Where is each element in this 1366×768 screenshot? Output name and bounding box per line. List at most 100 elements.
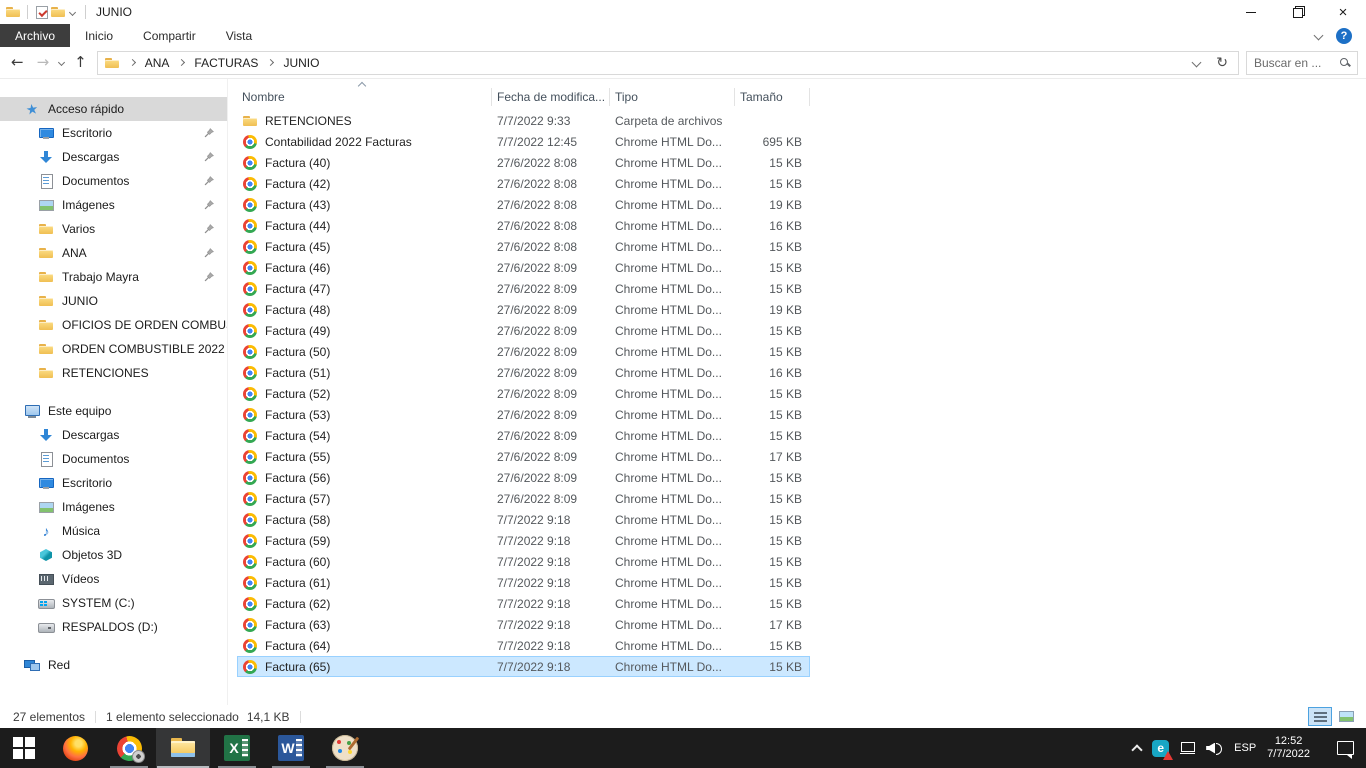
file-row[interactable]: Factura (54)27/6/2022 8:09Chrome HTML Do… [237,425,810,446]
explorer-window-icon [5,4,21,20]
clock[interactable]: 12:52 7/7/2022 [1267,735,1310,761]
tab-compartir[interactable]: Compartir [128,24,211,47]
sidebar-item-label: Objetos 3D [62,548,122,562]
network-tray-icon[interactable] [1180,742,1195,754]
file-row[interactable]: Factura (57)27/6/2022 8:09Chrome HTML Do… [237,488,810,509]
file-row[interactable]: Factura (49)27/6/2022 8:09Chrome HTML Do… [237,320,810,341]
file-row[interactable]: Factura (51)27/6/2022 8:09Chrome HTML Do… [237,362,810,383]
file-row[interactable]: Factura (59)7/7/2022 9:18Chrome HTML Do.… [237,530,810,551]
file-name-cell: Factura (56) [237,470,492,486]
file-row[interactable]: Factura (56)27/6/2022 8:09Chrome HTML Do… [237,467,810,488]
tab-vista[interactable]: Vista [211,24,267,47]
close-button[interactable]: × [1320,0,1366,24]
up-button[interactable]: ↑ [71,55,90,70]
column-header-fecha[interactable]: Fecha de modifica... [492,88,610,106]
minimize-button[interactable] [1228,0,1274,24]
language-indicator[interactable]: ESP [1234,742,1256,754]
sidebar-item[interactable]: Varios [0,217,227,241]
sidebar-item[interactable]: Documentos [0,169,227,193]
file-row[interactable]: Factura (58)7/7/2022 9:18Chrome HTML Do.… [237,509,810,530]
qat-customize-dropdown-icon[interactable] [66,10,79,15]
search-icon[interactable] [1340,58,1348,66]
firefox-taskbar-button[interactable] [48,728,102,768]
eset-antivirus-icon[interactable]: e [1152,740,1169,757]
file-row[interactable]: Factura (63)7/7/2022 9:18Chrome HTML Do.… [237,614,810,635]
sidebar-item[interactable]: ORDEN COMBUSTIBLE 2022 [0,337,227,361]
sidebar-group-quick-access[interactable]: ★Acceso rápido [0,97,227,121]
column-header-tipo[interactable]: Tipo [610,88,735,106]
file-row[interactable]: Factura (44)27/6/2022 8:08Chrome HTML Do… [237,215,810,236]
start-button[interactable] [0,728,48,768]
breadcrumb-facturas[interactable]: FACTURAS [194,56,258,70]
help-icon[interactable]: ? [1336,28,1352,44]
sidebar-item[interactable]: Objetos 3D [0,543,227,567]
file-row[interactable]: RETENCIONES7/7/2022 9:33Carpeta de archi… [237,110,810,131]
file-row[interactable]: Factura (43)27/6/2022 8:08Chrome HTML Do… [237,194,810,215]
details-view-button[interactable] [1308,707,1332,726]
file-name: Factura (64) [265,639,330,653]
excel-taskbar-button[interactable]: X [210,728,264,768]
volume-icon[interactable] [1206,742,1223,755]
breadcrumb-junio[interactable]: JUNIO [283,56,319,70]
sidebar-item[interactable]: RETENCIONES [0,361,227,385]
sidebar-group-this-pc[interactable]: Este equipo [0,399,227,423]
recent-locations-dropdown-icon[interactable] [58,59,65,66]
sidebar-item[interactable]: JUNIO [0,289,227,313]
thumbnails-view-button[interactable] [1334,707,1358,726]
column-header-tamano[interactable]: Tamaño [735,88,810,106]
sidebar-item[interactable]: ♪Música [0,519,227,543]
restore-button[interactable] [1274,0,1320,24]
tab-inicio[interactable]: Inicio [70,24,128,47]
tray-expand-icon[interactable] [1131,744,1142,755]
file-row[interactable]: Factura (65)7/7/2022 9:18Chrome HTML Do.… [237,656,810,677]
file-row[interactable]: Factura (45)27/6/2022 8:08Chrome HTML Do… [237,236,810,257]
file-row[interactable]: Factura (48)27/6/2022 8:09Chrome HTML Do… [237,299,810,320]
sidebar-item[interactable]: Escritorio [0,121,227,145]
file-row[interactable]: Factura (60)7/7/2022 9:18Chrome HTML Do.… [237,551,810,572]
expand-ribbon-icon[interactable] [1314,31,1324,41]
file-row[interactable]: Factura (62)7/7/2022 9:18Chrome HTML Do.… [237,593,810,614]
sidebar-item[interactable]: Descargas [0,423,227,447]
sidebar-group-network[interactable]: Red [0,653,227,677]
file-row[interactable]: Contabilidad 2022 Facturas7/7/2022 12:45… [237,131,810,152]
file-row[interactable]: Factura (42)27/6/2022 8:08Chrome HTML Do… [237,173,810,194]
sidebar-item[interactable]: Imágenes [0,193,227,217]
file-row[interactable]: Factura (47)27/6/2022 8:09Chrome HTML Do… [237,278,810,299]
word-taskbar-button[interactable]: W [264,728,318,768]
file-row[interactable]: Factura (61)7/7/2022 9:18Chrome HTML Do.… [237,572,810,593]
breadcrumb-ana[interactable]: ANA [145,56,170,70]
back-button[interactable]: ← [8,55,27,70]
file-row[interactable]: Factura (46)27/6/2022 8:09Chrome HTML Do… [237,257,810,278]
chrome-taskbar-button[interactable] [102,728,156,768]
address-dropdown-icon[interactable] [1192,58,1202,68]
forward-button[interactable]: → [34,55,53,70]
sidebar-item[interactable]: RESPALDOS (D:) [0,615,227,639]
file-size: 15 KB [735,324,810,338]
sidebar-item[interactable]: ANA [0,241,227,265]
sidebar-item[interactable]: OFICIOS DE ORDEN COMBUSTI [0,313,227,337]
sidebar-item[interactable]: SYSTEM (C:) [0,591,227,615]
refresh-icon[interactable]: ↻ [1212,55,1232,71]
file-row[interactable]: Factura (55)27/6/2022 8:09Chrome HTML Do… [237,446,810,467]
file-row[interactable]: Factura (64)7/7/2022 9:18Chrome HTML Do.… [237,635,810,656]
sidebar-item[interactable]: Vídeos [0,567,227,591]
file-row[interactable]: Factura (52)27/6/2022 8:09Chrome HTML Do… [237,383,810,404]
explorer-taskbar-button[interactable] [156,728,210,768]
file-date: 7/7/2022 9:18 [492,597,610,611]
action-center-icon[interactable] [1337,741,1354,755]
sidebar-item[interactable]: Descargas [0,145,227,169]
tab-archivo[interactable]: Archivo [0,24,70,47]
address-bar[interactable]: ANA FACTURAS JUNIO ↻ [97,51,1239,75]
qat-properties-icon[interactable] [36,6,48,19]
paint-taskbar-button[interactable] [318,728,372,768]
navigation-bar: ← → ↑ ANA FACTURAS JUNIO ↻ [0,47,1366,79]
sidebar-item[interactable]: Escritorio [0,471,227,495]
file-row[interactable]: Factura (40)27/6/2022 8:08Chrome HTML Do… [237,152,810,173]
qat-new-folder-icon[interactable] [50,4,66,20]
file-row[interactable]: Factura (50)27/6/2022 8:09Chrome HTML Do… [237,341,810,362]
sidebar-item[interactable]: Documentos [0,447,227,471]
column-header-nombre[interactable]: Nombre [237,88,492,106]
sidebar-item[interactable]: Imágenes [0,495,227,519]
file-row[interactable]: Factura (53)27/6/2022 8:09Chrome HTML Do… [237,404,810,425]
sidebar-item[interactable]: Trabajo Mayra [0,265,227,289]
